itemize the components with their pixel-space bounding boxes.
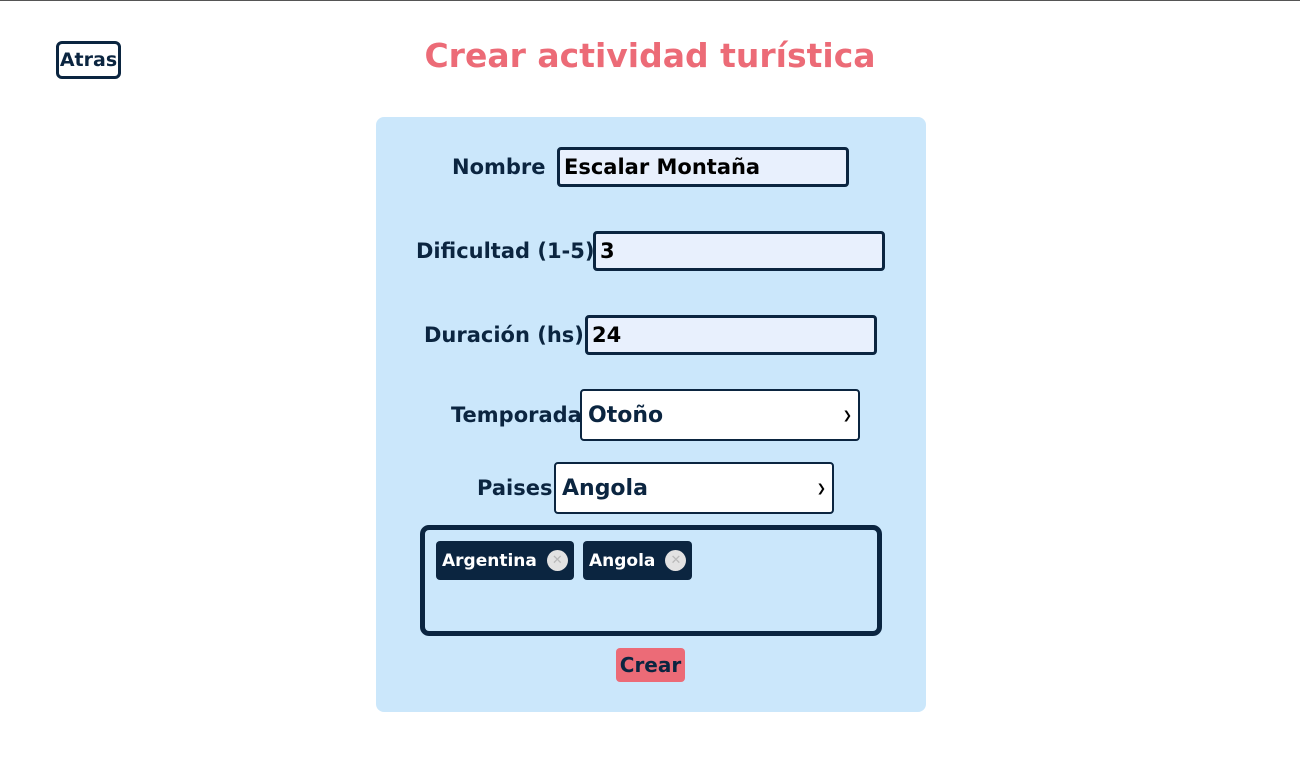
paises-select[interactable]: Angola ❯ [554, 462, 834, 514]
country-chip-argentina: Argentina ✕ [436, 541, 574, 580]
duracion-input[interactable] [585, 315, 877, 355]
temporada-selected-value: Otoño [588, 402, 664, 428]
chevron-down-icon: ❯ [842, 408, 852, 422]
temporada-select[interactable]: Otoño ❯ [580, 389, 860, 441]
selected-countries-box: Argentina ✕ Angola ✕ [420, 525, 882, 636]
create-button[interactable]: Crear [616, 648, 685, 682]
top-divider [0, 0, 1300, 1]
temporada-label: Temporada [451, 403, 582, 427]
paises-label: Paises [477, 476, 553, 500]
paises-selected-value: Angola [562, 475, 648, 501]
dificultad-input[interactable] [593, 231, 885, 271]
chip-label: Argentina [442, 550, 537, 571]
back-button[interactable]: Atras [56, 41, 121, 79]
country-chip-angola: Angola ✕ [583, 541, 693, 580]
chip-label: Angola [589, 550, 656, 571]
chevron-down-icon: ❯ [816, 481, 826, 495]
nombre-label: Nombre [452, 155, 546, 179]
duracion-label: Duración (hs) [424, 323, 584, 347]
dificultad-label: Dificultad (1-5) [416, 239, 595, 263]
close-icon[interactable]: ✕ [546, 550, 568, 571]
page-title: Crear actividad turística [424, 36, 876, 75]
nombre-input[interactable] [557, 147, 849, 187]
activity-form: Nombre Dificultad (1-5) Duración (hs) Te… [376, 117, 926, 712]
close-icon[interactable]: ✕ [665, 550, 687, 571]
